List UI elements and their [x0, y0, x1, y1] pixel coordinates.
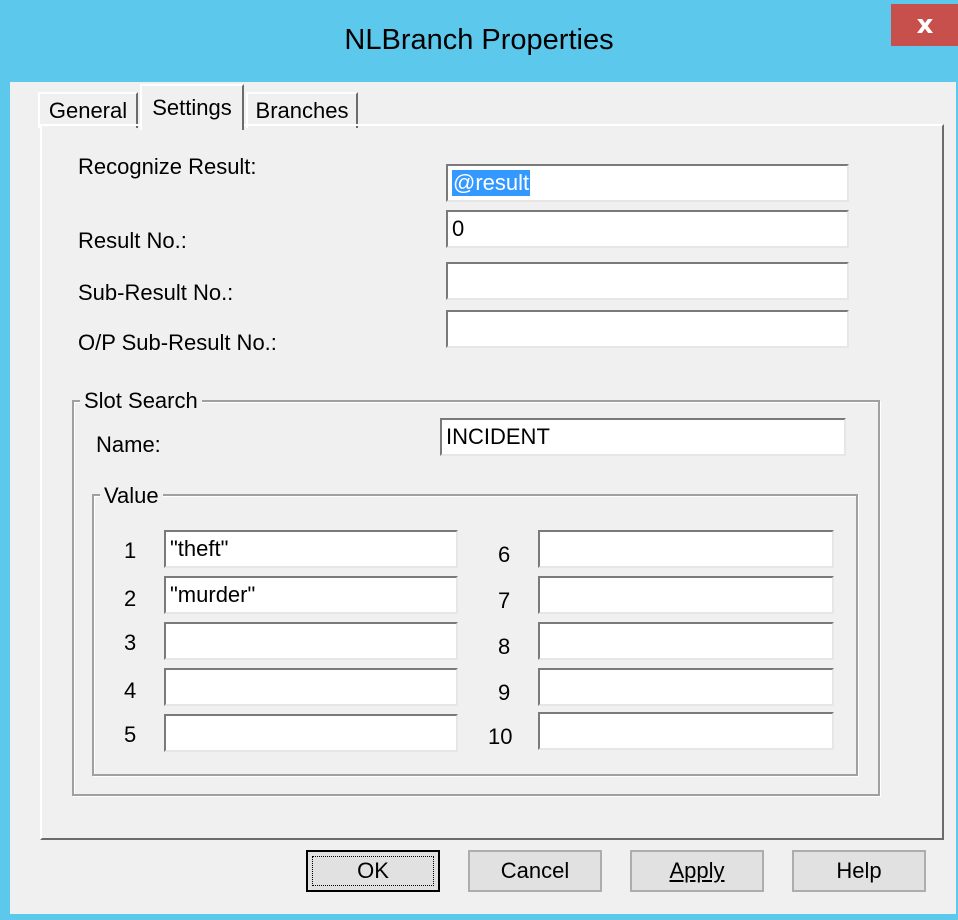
- tab-settings[interactable]: Settings: [140, 84, 244, 130]
- ok-button[interactable]: OK: [306, 850, 440, 892]
- value-index-3: 3: [124, 630, 137, 655]
- tab-branches-label: Branches: [255, 98, 349, 123]
- help-button[interactable]: Help: [792, 850, 926, 892]
- value-field-4[interactable]: [164, 668, 458, 706]
- value-field-8[interactable]: [538, 622, 834, 660]
- ok-button-label: OK: [357, 858, 389, 883]
- tab-settings-label: Settings: [152, 95, 232, 120]
- value-field-5[interactable]: [164, 714, 458, 752]
- value-index-8: 8: [498, 634, 511, 659]
- value-index-2: 2: [124, 586, 137, 611]
- tab-branches[interactable]: Branches: [246, 92, 358, 128]
- value-index-6: 6: [498, 542, 511, 567]
- dialog-client-area: General Settings Branches Recognize Resu…: [10, 82, 956, 914]
- value-field-10[interactable]: [538, 712, 834, 750]
- sub-result-no-field[interactable]: [446, 262, 849, 300]
- recognize-result-label: Recognize Result:: [78, 154, 257, 179]
- op-sub-result-no-label: O/P Sub-Result No.:: [78, 330, 277, 355]
- title-bar[interactable]: NLBranch Properties x: [0, 0, 958, 82]
- cancel-button-label: Cancel: [500, 858, 570, 883]
- slot-name-label: Name:: [96, 432, 161, 457]
- apply-button-label: Apply: [669, 858, 725, 883]
- close-icon: x: [916, 10, 934, 40]
- value-index-1: 1: [124, 538, 137, 563]
- value-field-2[interactable]: "murder": [164, 576, 458, 614]
- window-title: NLBranch Properties: [344, 24, 614, 56]
- value-field-7[interactable]: [538, 576, 834, 614]
- help-button-label: Help: [836, 858, 882, 883]
- cancel-button[interactable]: Cancel: [468, 850, 602, 892]
- value-index-9: 9: [498, 680, 511, 705]
- slot-search-title: Slot Search: [80, 388, 202, 414]
- recognize-result-field[interactable]: @result: [446, 164, 849, 202]
- value-field-3[interactable]: [164, 622, 458, 660]
- value-field-9[interactable]: [538, 668, 834, 706]
- value-index-10: 10: [488, 724, 513, 749]
- dialog-window: NLBranch Properties x General Settings B…: [0, 0, 958, 920]
- close-button[interactable]: x: [891, 4, 958, 46]
- slot-name-value: INCIDENT: [446, 424, 550, 449]
- tab-general[interactable]: General: [38, 92, 138, 128]
- value-group-title: Value: [100, 483, 163, 509]
- slot-name-field[interactable]: INCIDENT: [440, 418, 846, 456]
- sub-result-no-label: Sub-Result No.:: [78, 280, 234, 305]
- value-index-5: 5: [124, 722, 137, 747]
- tab-general-label: General: [48, 98, 128, 123]
- value-index-4: 4: [124, 678, 137, 703]
- value-field-1[interactable]: "theft": [164, 530, 458, 568]
- result-no-value: 0: [452, 216, 465, 241]
- value-text-2: "murder": [170, 582, 256, 607]
- apply-button[interactable]: Apply: [630, 850, 764, 892]
- result-no-field[interactable]: 0: [446, 210, 849, 248]
- recognize-result-value: @result: [452, 170, 531, 196]
- value-index-7: 7: [498, 588, 511, 613]
- value-field-6[interactable]: [538, 530, 834, 568]
- op-sub-result-no-field[interactable]: [446, 310, 849, 348]
- value-text-1: "theft": [170, 536, 229, 561]
- result-no-label: Result No.:: [78, 228, 187, 253]
